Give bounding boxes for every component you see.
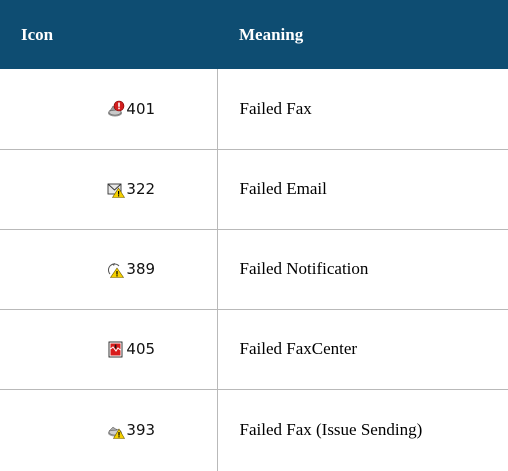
table-row: 405 Failed FaxCenter [0,309,508,390]
table-row: 322 Failed Email [0,149,508,230]
row-meaning: Failed Email [217,149,508,230]
failed-fax-icon [108,100,125,117]
row-count: 405 [126,340,156,358]
row-meaning: Failed Fax [217,69,508,150]
failed-email-icon [107,183,126,198]
table-row: 389 Failed Notification [0,229,508,310]
header-meaning: Meaning [239,24,304,44]
row-meaning: Failed Notification [217,229,508,310]
row-count: 322 [126,180,156,198]
failed-fax-issue-sending-icon [108,426,126,440]
row-meaning: Failed Fax (Issue Sending) [239,420,423,440]
row-count: 401 [126,99,156,118]
row-meaning: Failed FaxCenter [217,309,508,390]
header-icon: Icon [21,24,54,44]
table-header-row: Icon Meaning [0,0,508,69]
table-row: 401 Failed Fax [0,69,508,150]
row-count: 393 [126,421,156,440]
table-row: 393 Failed Fax (Issue Sending) [0,389,508,471]
failed-faxcenter-icon [108,341,123,358]
icon-legend-table: Icon Meaning 401 Failed Fax 322 Failed E… [0,0,508,471]
row-count: 389 [126,260,156,278]
failed-notification-icon [108,263,125,278]
